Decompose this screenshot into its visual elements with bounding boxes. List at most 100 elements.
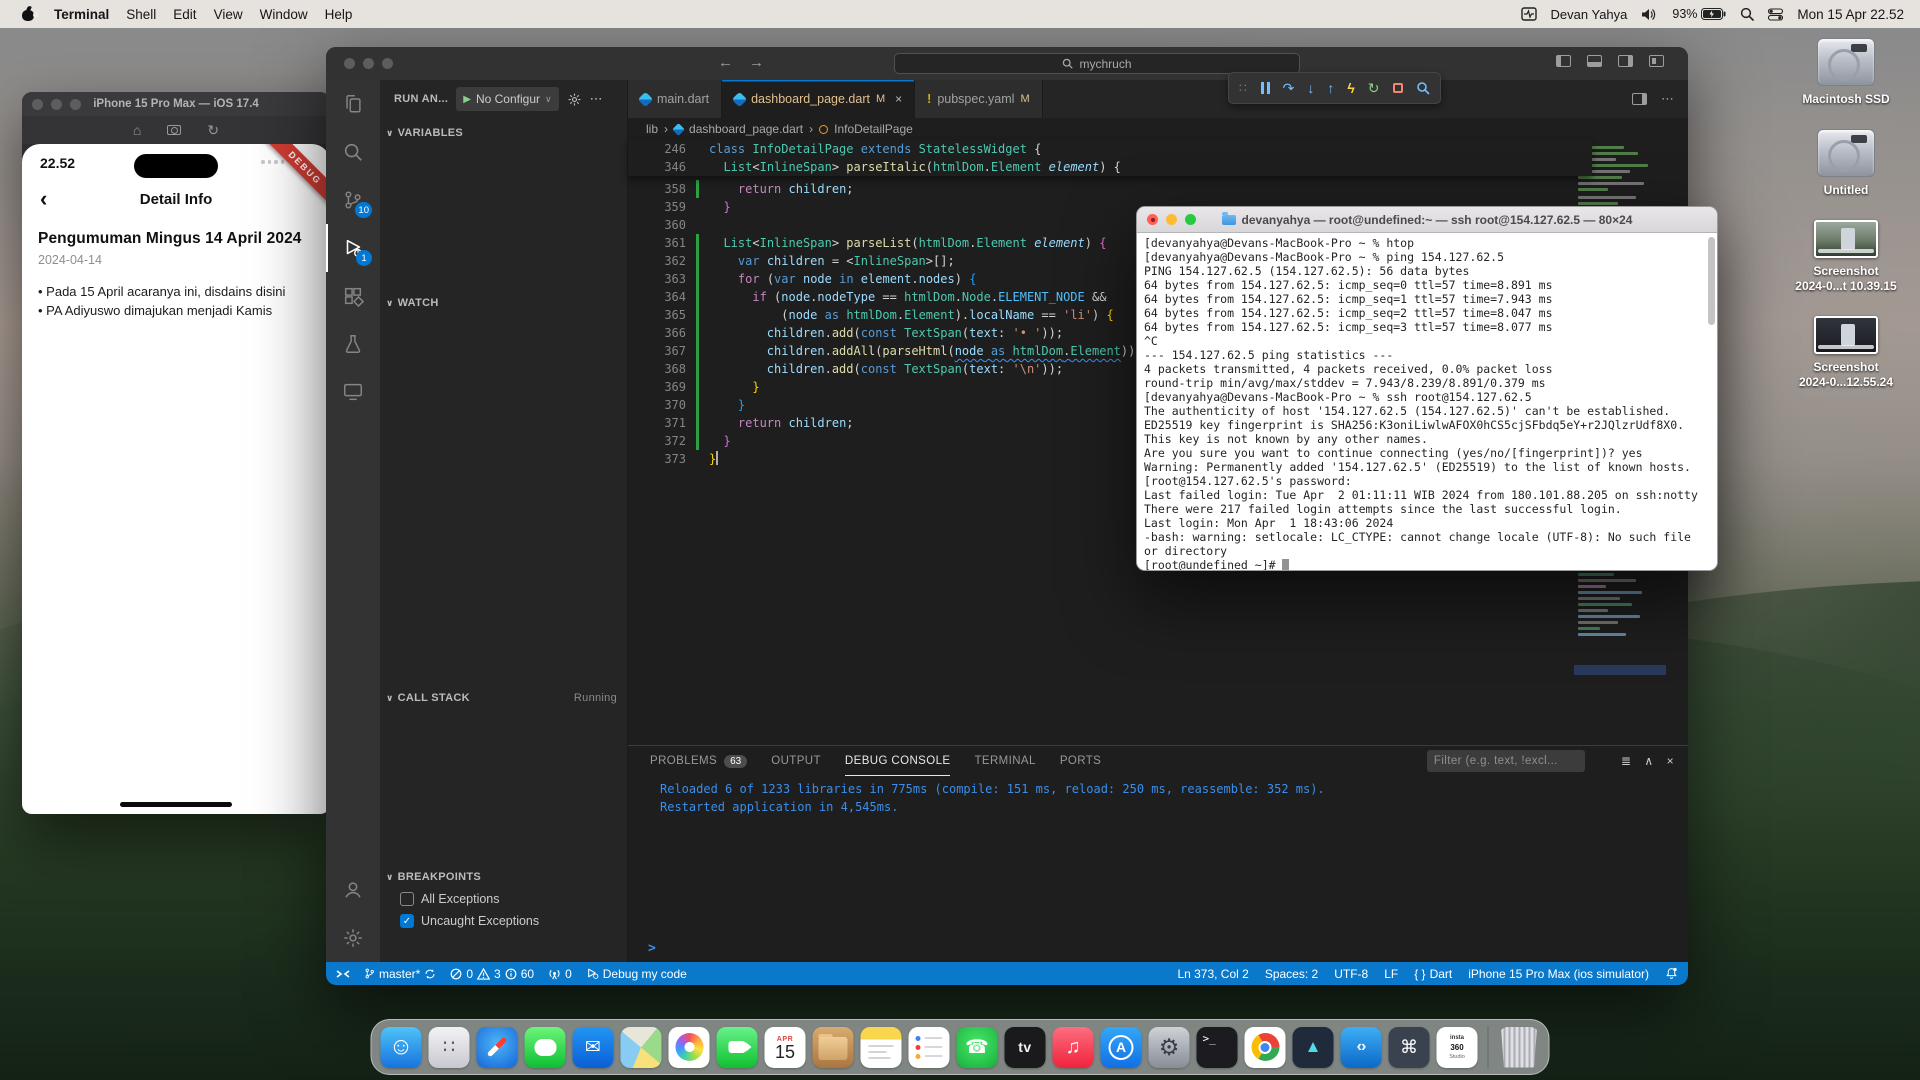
activity-monitor-icon[interactable] xyxy=(1521,7,1537,21)
panel-tab-debug-console[interactable]: DEBUG CONSOLE xyxy=(845,746,951,776)
panel-tab-ports[interactable]: PORTS xyxy=(1060,746,1101,776)
debug-status[interactable]: Debug my code xyxy=(586,967,687,981)
restart-icon[interactable]: ↻ xyxy=(1368,80,1380,97)
panel-tab-problems[interactable]: PROBLEMS63 xyxy=(650,746,747,776)
menu-help[interactable]: Help xyxy=(325,7,353,22)
toggle-panel-icon[interactable] xyxy=(1587,55,1602,67)
hot-reload-icon[interactable]: ϟ xyxy=(1347,80,1354,96)
customize-layout-icon[interactable] xyxy=(1649,55,1664,67)
code-line[interactable]: 365 (node as htmlDom.Element).localName … xyxy=(628,306,1143,324)
code-line[interactable]: 371 return children; xyxy=(628,414,1143,432)
code-line[interactable]: 366 children.add(const TextSpan(text: '•… xyxy=(628,324,1143,342)
close-panel-icon[interactable]: × xyxy=(1667,754,1674,768)
volume-icon[interactable] xyxy=(1641,8,1658,21)
code-line[interactable]: 358 return children; xyxy=(628,180,1143,198)
close-tab-icon[interactable]: × xyxy=(895,92,902,106)
menu-shell[interactable]: Shell xyxy=(126,7,156,22)
dock-item-finder[interactable]: ☺ xyxy=(381,1027,422,1068)
activity-explorer[interactable] xyxy=(326,80,380,128)
cursor-position[interactable]: Ln 373, Col 2 xyxy=(1177,967,1248,981)
terminal-output[interactable]: [devanyahya@Devans-MacBook-Pro ~ % htop[… xyxy=(1137,233,1717,571)
dock-item-vscode[interactable]: ‹› xyxy=(1341,1027,1382,1068)
battery-indicator[interactable]: 93% xyxy=(1672,7,1726,21)
editor-more-actions-icon[interactable]: ⋯ xyxy=(1661,91,1674,107)
pause-icon[interactable] xyxy=(1261,82,1270,94)
device-selector[interactable]: iPhone 15 Pro Max (ios simulator) xyxy=(1468,967,1649,981)
console-filter-input[interactable]: Filter (e.g. text, !excl... xyxy=(1427,750,1585,772)
nav-back-icon[interactable]: ← xyxy=(718,54,733,71)
activity-accounts[interactable] xyxy=(326,866,380,914)
dock-item-system-settings[interactable]: ⚙ xyxy=(1149,1027,1190,1068)
section-breakpoints[interactable]: ∨BREAKPOINTS xyxy=(380,866,627,888)
home-icon[interactable]: ⌂ xyxy=(133,122,141,138)
section-variables[interactable]: ∨VARIABLES xyxy=(380,122,627,144)
debug-config-dropdown[interactable]: ▶ No Configur ∨ xyxy=(456,87,558,111)
dock-item-command-tool[interactable]: ⌘ xyxy=(1389,1027,1430,1068)
screenshot-icon[interactable] xyxy=(167,125,181,135)
breakpoint-item[interactable]: All Exceptions xyxy=(380,888,627,910)
activity-source-control[interactable]: 10 xyxy=(326,176,380,224)
toggle-secondary-sidebar-icon[interactable] xyxy=(1618,55,1633,67)
checkbox[interactable]: ✓ xyxy=(400,914,414,928)
problems-status[interactable]: 0 3 60 xyxy=(450,967,534,981)
activity-run-debug[interactable]: 1 xyxy=(326,224,380,272)
desktop-icon[interactable]: Macintosh SSD xyxy=(1786,38,1906,107)
breadcrumb[interactable]: lib› dashboard_page.dart› InfoDetailPage xyxy=(628,118,1688,140)
stop-icon[interactable] xyxy=(1393,83,1403,93)
split-editor-icon[interactable] xyxy=(1632,93,1647,105)
tab-pubspec-yaml[interactable]: ! pubspec.yaml M xyxy=(915,80,1042,118)
code-line[interactable]: 246class InfoDetailPage extends Stateles… xyxy=(628,140,1592,158)
code-line[interactable]: 373} xyxy=(628,450,1143,468)
vscode-traffic-lights[interactable] xyxy=(344,58,393,69)
menu-view[interactable]: View xyxy=(214,7,243,22)
code-line[interactable]: 364 if (node.nodeType == htmlDom.Node.EL… xyxy=(628,288,1143,306)
dock-item-safari[interactable] xyxy=(477,1027,518,1068)
breadcrumb-file[interactable]: dashboard_page.dart xyxy=(689,122,803,136)
eol-sequence[interactable]: LF xyxy=(1384,967,1398,981)
remote-indicator[interactable] xyxy=(336,968,350,980)
activity-extensions[interactable] xyxy=(326,272,380,320)
terminal-title-bar[interactable]: devanyahya — root@undefined:~ — ssh root… xyxy=(1137,207,1717,233)
section-call-stack[interactable]: ∨CALL STACKRunning xyxy=(380,687,627,709)
dock-item-reminders[interactable] xyxy=(909,1027,950,1068)
menu-clock[interactable]: Mon 15 Apr 22.52 xyxy=(1797,7,1904,22)
dock-item-launchpad[interactable]: ∷ xyxy=(429,1027,470,1068)
dock-item-mail[interactable]: ✉ xyxy=(573,1027,614,1068)
more-actions-icon[interactable]: ⋯ xyxy=(590,91,604,107)
spotlight-icon[interactable] xyxy=(1740,7,1754,21)
dock-item-whatsapp[interactable]: ☎ xyxy=(957,1027,998,1068)
dock-item-chrome[interactable] xyxy=(1245,1027,1286,1068)
code-line[interactable]: 362 var children = <InlineSpan>[]; xyxy=(628,252,1143,270)
desktop-icon[interactable]: Untitled xyxy=(1786,129,1906,198)
debug-console-prompt[interactable]: > xyxy=(648,941,656,956)
user-menu[interactable]: Devan Yahya xyxy=(1551,7,1628,22)
activity-settings[interactable] xyxy=(326,914,380,962)
code-line[interactable]: 369 } xyxy=(628,378,1143,396)
dock-item-calendar[interactable]: APR15 xyxy=(765,1027,806,1068)
dock-item-terminal[interactable]: >_ xyxy=(1197,1027,1238,1068)
language-mode[interactable]: { }Dart xyxy=(1414,967,1452,981)
dock-item-messages[interactable] xyxy=(525,1027,566,1068)
menu-app-name[interactable]: Terminal xyxy=(54,7,109,22)
terminal-scrollbar[interactable] xyxy=(1708,237,1715,325)
dock-item-maps[interactable] xyxy=(621,1027,662,1068)
dock-item-apple-tv[interactable]: tv xyxy=(1005,1027,1046,1068)
panel-tab-terminal[interactable]: TERMINAL xyxy=(974,746,1035,776)
vscode-title-bar[interactable]: ← → mychruch xyxy=(326,47,1688,80)
breakpoint-item[interactable]: ✓Uncaught Exceptions xyxy=(380,910,627,932)
code-line[interactable]: 370 } xyxy=(628,396,1143,414)
code-line[interactable]: 368 children.add(const TextSpan(text: '\… xyxy=(628,360,1143,378)
git-branch-status[interactable]: master* xyxy=(364,967,436,981)
desktop-icon[interactable]: Screenshot 2024-0...12.55.24 xyxy=(1786,316,1906,390)
notifications-bell-icon[interactable] xyxy=(1665,967,1678,980)
desktop-icon[interactable]: Screenshot 2024-0...t 10.39.15 xyxy=(1786,220,1906,294)
code-line[interactable]: 361 List<InlineSpan> parseList(htmlDom.E… xyxy=(628,234,1143,252)
filter-icon[interactable]: ≣ xyxy=(1621,754,1631,768)
checkbox[interactable] xyxy=(400,892,414,906)
code-line[interactable]: 359 } xyxy=(628,198,1143,216)
dock-item-folder[interactable] xyxy=(813,1027,854,1068)
dock-item-app-store[interactable]: A xyxy=(1101,1027,1142,1068)
start-debug-icon[interactable]: ▶ xyxy=(463,94,471,105)
step-over-icon[interactable]: ↷ xyxy=(1283,80,1295,97)
step-out-icon[interactable]: ↑ xyxy=(1327,80,1334,96)
